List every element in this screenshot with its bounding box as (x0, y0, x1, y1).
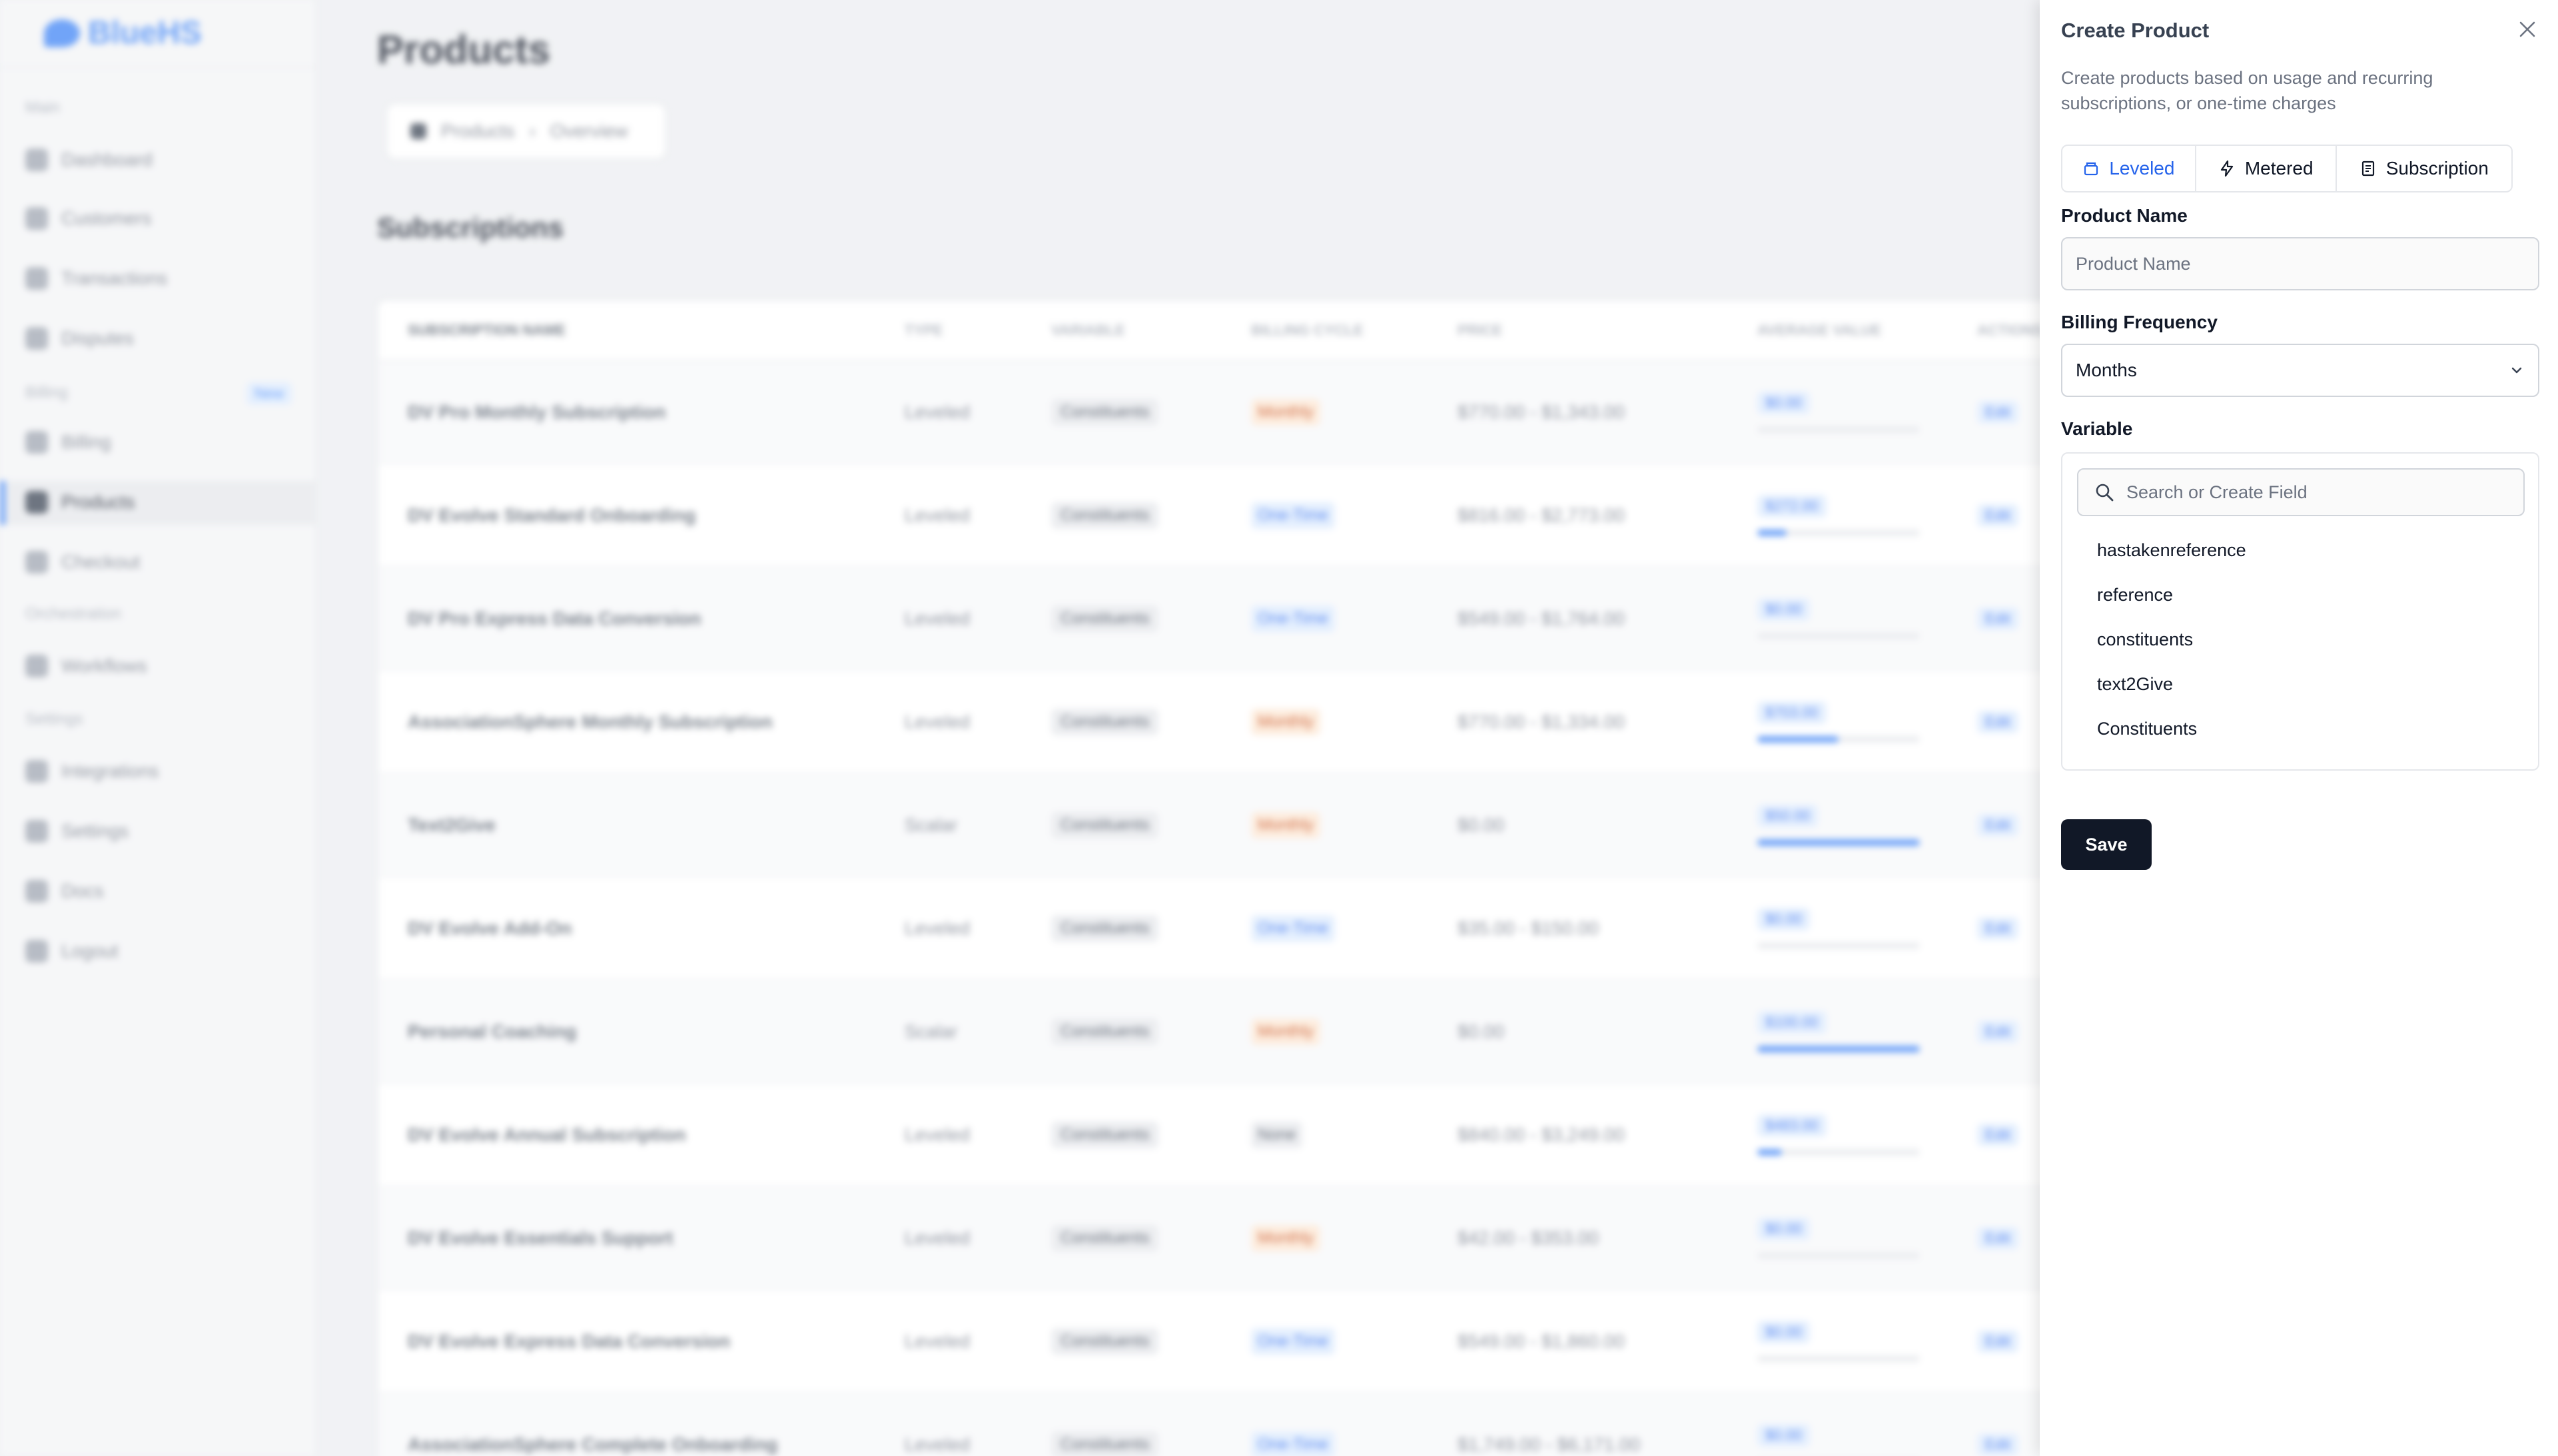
tab-label: Leveled (2109, 158, 2175, 179)
billing-frequency-label: Billing Frequency (2061, 312, 2218, 332)
chevron-down-icon (2511, 367, 2522, 374)
variable-search[interactable] (2077, 468, 2525, 516)
drawer-title: Create Product (2061, 19, 2210, 42)
tab-label: Subscription (2385, 158, 2489, 179)
tab-metered[interactable]: Metered (2196, 146, 2337, 191)
product-type-tabs: Leveled Metered Subscription (2061, 145, 2513, 192)
tab-leveled[interactable]: Leveled (2062, 146, 2196, 191)
tab-label: Metered (2244, 158, 2314, 179)
tab-subscription[interactable]: Subscription (2337, 146, 2511, 191)
billing-frequency-select[interactable]: Months (2061, 344, 2539, 397)
drawer-description: Create products based on usage and recur… (2061, 68, 2433, 113)
variable-option[interactable]: Constituents (2097, 719, 2197, 739)
save-button[interactable]: Save (2061, 819, 2152, 870)
create-product-drawer: Create Product Create products based on … (2040, 0, 2558, 1456)
search-icon (2096, 484, 2114, 502)
variable-option[interactable]: hastakenreference (2097, 540, 2246, 561)
product-name-input[interactable] (2061, 237, 2539, 290)
variable-search-input[interactable] (2126, 482, 2499, 503)
variable-option[interactable]: reference (2097, 585, 2173, 605)
receipt-icon (2361, 161, 2374, 177)
close-icon (2519, 21, 2535, 37)
variable-label: Variable (2061, 418, 2133, 439)
stack-icon (2084, 162, 2098, 176)
variable-option[interactable]: text2Give (2097, 674, 2173, 695)
lightning-icon (2220, 160, 2233, 177)
billing-frequency-value: Months (2076, 360, 2137, 380)
variable-option[interactable]: constituents (2097, 629, 2193, 650)
close-button[interactable] (2513, 15, 2542, 44)
modal-overlay[interactable] (0, 0, 2040, 1456)
product-name-label: Product Name (2061, 205, 2188, 226)
variable-combobox: hastakenreference reference constituents… (2061, 452, 2539, 771)
